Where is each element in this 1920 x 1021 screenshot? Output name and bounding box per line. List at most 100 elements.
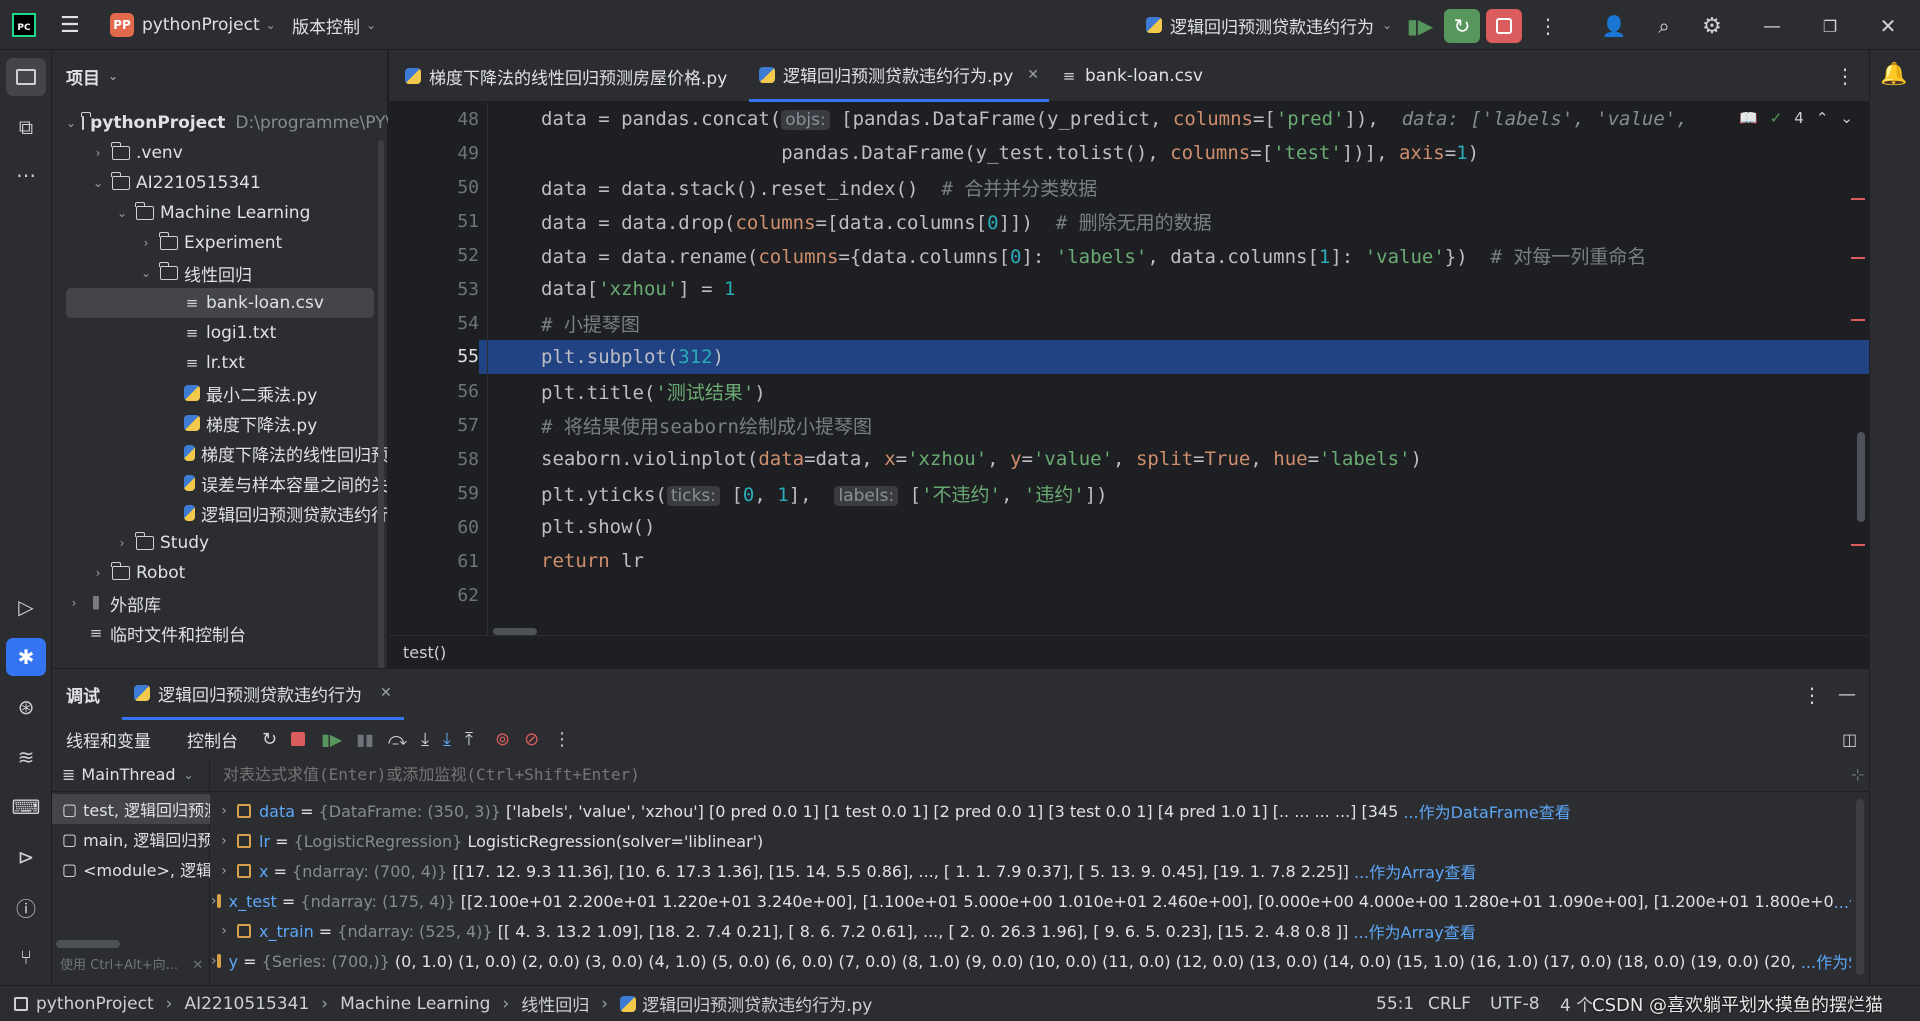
rerun-icon[interactable]: ↻ xyxy=(262,729,277,750)
chevron-down-icon[interactable]: ⌄ xyxy=(1840,109,1853,127)
python-console-button[interactable]: ⊛ xyxy=(6,688,46,726)
close-icon[interactable]: ✕ xyxy=(1027,67,1039,83)
project-panel-header[interactable]: 项目 ⌄ xyxy=(66,50,118,102)
stop-icon[interactable] xyxy=(291,732,306,746)
code-editor[interactable]: 48 data = pandas.concat(objs: [pandas.Da… xyxy=(389,102,1869,635)
frame-item[interactable]: ▢ <module>, 逻辑回 xyxy=(52,854,210,884)
chevron-right-icon[interactable]: › xyxy=(211,863,237,879)
line-separator[interactable]: CRLF xyxy=(1428,994,1471,1014)
tab-gd-linear-regression[interactable]: 梯度下降法的线性回归预测房屋价格.py xyxy=(405,50,727,102)
chevron-right-icon[interactable]: › xyxy=(211,803,237,819)
status-crumb-folder[interactable]: Machine Learning xyxy=(340,994,490,1014)
python-packages-button[interactable]: ≋ xyxy=(6,738,46,776)
tree-item-robot[interactable]: › Robot xyxy=(52,558,388,588)
step-over-icon[interactable]: ⤼ xyxy=(388,729,407,750)
vcs-menu[interactable]: 版本控制 ⌄ xyxy=(292,0,376,50)
minimize-button[interactable]: — xyxy=(1754,9,1790,43)
stop-button[interactable] xyxy=(1486,9,1522,43)
chevron-right-icon[interactable]: › xyxy=(211,893,217,909)
chevron-right-icon[interactable]: › xyxy=(211,923,237,939)
tree-item-bank-loan-csv[interactable]: ≡ bank-loan.csv xyxy=(66,288,374,318)
tab-bank-loan-csv[interactable]: ≡ bank-loan.csv xyxy=(1061,50,1203,102)
variable-row-x-train[interactable]: › x_train = {ndarray: (525, 4)} [[ 4. 3.… xyxy=(211,916,1851,946)
view-as-link[interactable]: ...作为Array查看 xyxy=(1834,889,1851,913)
file-encoding[interactable]: UTF-8 xyxy=(1490,994,1540,1014)
view-as-link[interactable]: ...作为Series查看 xyxy=(1801,949,1851,973)
tree-item-gradient-descent-py[interactable]: 梯度下降法.py xyxy=(52,408,388,438)
minimize-panel-icon[interactable]: — xyxy=(1838,684,1856,705)
more-actions-button[interactable]: ⋮ xyxy=(1530,9,1566,43)
more-tools-button[interactable]: ⋯ xyxy=(6,156,46,194)
project-selector[interactable]: PP pythonProject ⌄ xyxy=(110,0,276,50)
project-scrollbar[interactable] xyxy=(378,140,384,670)
tree-item-logistic-loan-py[interactable]: 逻辑回归预测贷款违约行 xyxy=(52,498,388,528)
chevron-right-icon[interactable]: › xyxy=(211,953,217,969)
variable-row-data[interactable]: › data = {DataFrame: (350, 3)} ['labels'… xyxy=(211,796,1851,826)
services-button[interactable]: ⊳ xyxy=(6,838,46,876)
run-tool-button[interactable]: ▷ xyxy=(6,588,46,626)
variable-row-x-test[interactable]: › x_test = {ndarray: (175, 4)} [[2.100e+… xyxy=(211,886,1851,916)
error-stripe-mark[interactable] xyxy=(1851,198,1865,200)
editor-breadcrumb[interactable]: test() xyxy=(389,635,1869,668)
indent-setting[interactable]: 4 个 xyxy=(1560,991,1593,1016)
git-button[interactable]: ⑂ xyxy=(6,938,46,976)
notifications-button[interactable]: 🔔 xyxy=(1880,62,1907,87)
tree-item-lr-txt[interactable]: ≡ lr.txt xyxy=(52,348,388,378)
error-stripe-mark[interactable] xyxy=(1851,257,1865,259)
restore-button[interactable]: ❐ xyxy=(1812,9,1848,43)
more-vertical-icon[interactable]: ⋮ xyxy=(553,729,571,750)
project-tool-button[interactable] xyxy=(6,58,46,96)
tree-item-study[interactable]: › Study xyxy=(52,528,388,558)
tree-item-pythonproject[interactable]: ⌄ pythonProject D:\programme\PY\ xyxy=(52,108,388,138)
main-menu-icon[interactable]: ☰ xyxy=(60,0,80,50)
editor-inspections-widget[interactable]: 📖 ✓ 4 ⌃ ⌄ xyxy=(1729,104,1863,132)
problems-button[interactable]: ⓘ xyxy=(6,888,46,926)
eval-input[interactable] xyxy=(223,765,1723,784)
close-icon[interactable]: ✕ xyxy=(380,685,392,701)
error-stripe-mark[interactable] xyxy=(1851,544,1865,546)
app-logo-icon[interactable]: PC xyxy=(12,0,36,50)
error-stripe-mark[interactable] xyxy=(1851,319,1865,321)
debug-tool-button[interactable]: ✱ xyxy=(6,638,46,676)
step-into-icon[interactable]: ⤓ xyxy=(421,729,429,750)
tab-threads-variables[interactable]: 线程和变量 xyxy=(66,727,151,752)
structure-tool-button[interactable]: ⧉ xyxy=(6,108,46,146)
eval-expression-field[interactable]: ⊹ ⌄ xyxy=(211,758,1869,792)
tree-item-linear-regression[interactable]: ⌄ 线性回归 xyxy=(52,258,388,288)
breadcrumb-function[interactable]: test() xyxy=(403,643,446,662)
editor-horizontal-scrollbar[interactable] xyxy=(493,628,537,635)
variable-row-y[interactable]: › y = {Series: (700,)} (0, 1.0) (1, 0.0)… xyxy=(211,946,1851,976)
pause-icon[interactable]: ▮▮ xyxy=(356,730,374,749)
tree-item-gd-linear-regression-py[interactable]: 梯度下降法的线性回归预 xyxy=(52,438,388,468)
step-out-icon[interactable]: ⤒ xyxy=(465,729,473,750)
tree-item-ai2210515341[interactable]: ⌄ AI2210515341 xyxy=(52,168,388,198)
status-crumb-file[interactable]: 逻辑回归预测贷款违约行为.py xyxy=(642,991,872,1016)
chevron-up-icon[interactable]: ⌃ xyxy=(1816,109,1829,127)
mute-breakpoints-icon[interactable]: ⊘ xyxy=(524,729,539,750)
view-as-link[interactable]: ...作为Array查看 xyxy=(1353,919,1475,943)
resume-run-button[interactable]: ▮▶ xyxy=(1402,9,1438,43)
tree-item-least-squares-py[interactable]: 最小二乘法.py xyxy=(52,378,388,408)
more-vertical-icon[interactable]: ⋮ xyxy=(1802,683,1822,707)
caret-position[interactable]: 55:1 xyxy=(1376,994,1414,1014)
settings-button[interactable]: ⚙ xyxy=(1694,9,1730,43)
view-breakpoints-icon[interactable]: ⊚ xyxy=(495,729,510,750)
debug-session-tab[interactable]: 逻辑回归预测贷款违约行为 ✕ xyxy=(122,669,404,720)
search-button[interactable]: ⌕ xyxy=(1646,9,1682,43)
tab-logistic-loan[interactable]: 逻辑回归预测贷款违约行为.py ✕ xyxy=(749,50,1049,102)
rerun-debug-button[interactable]: ↻ xyxy=(1444,9,1480,43)
tree-item-machine-learning[interactable]: ⌄ Machine Learning xyxy=(52,198,388,228)
status-crumb-folder[interactable]: AI2210515341 xyxy=(184,994,309,1014)
reader-mode-icon[interactable]: 📖 xyxy=(1739,109,1758,127)
chevron-right-icon[interactable]: › xyxy=(211,833,237,849)
view-as-link[interactable]: ...作为Array查看 xyxy=(1354,859,1476,883)
tree-item-logi1-txt[interactable]: ≡ logi1.txt xyxy=(52,318,388,348)
step-into-my-code-icon[interactable]: ⤓ xyxy=(443,729,451,750)
variables-scrollbar[interactable] xyxy=(1856,799,1864,975)
tree-item-experiment[interactable]: › Experiment xyxy=(52,228,388,258)
terminal-button[interactable]: ⌨ xyxy=(6,788,46,826)
status-crumb-project[interactable]: pythonProject xyxy=(36,994,154,1014)
tab-console[interactable]: 控制台 xyxy=(187,727,238,752)
run-config-selector[interactable]: 逻辑回归预测贷款违约行为 ⌄ xyxy=(1146,0,1392,50)
tree-item-venv[interactable]: › .venv xyxy=(52,138,388,168)
